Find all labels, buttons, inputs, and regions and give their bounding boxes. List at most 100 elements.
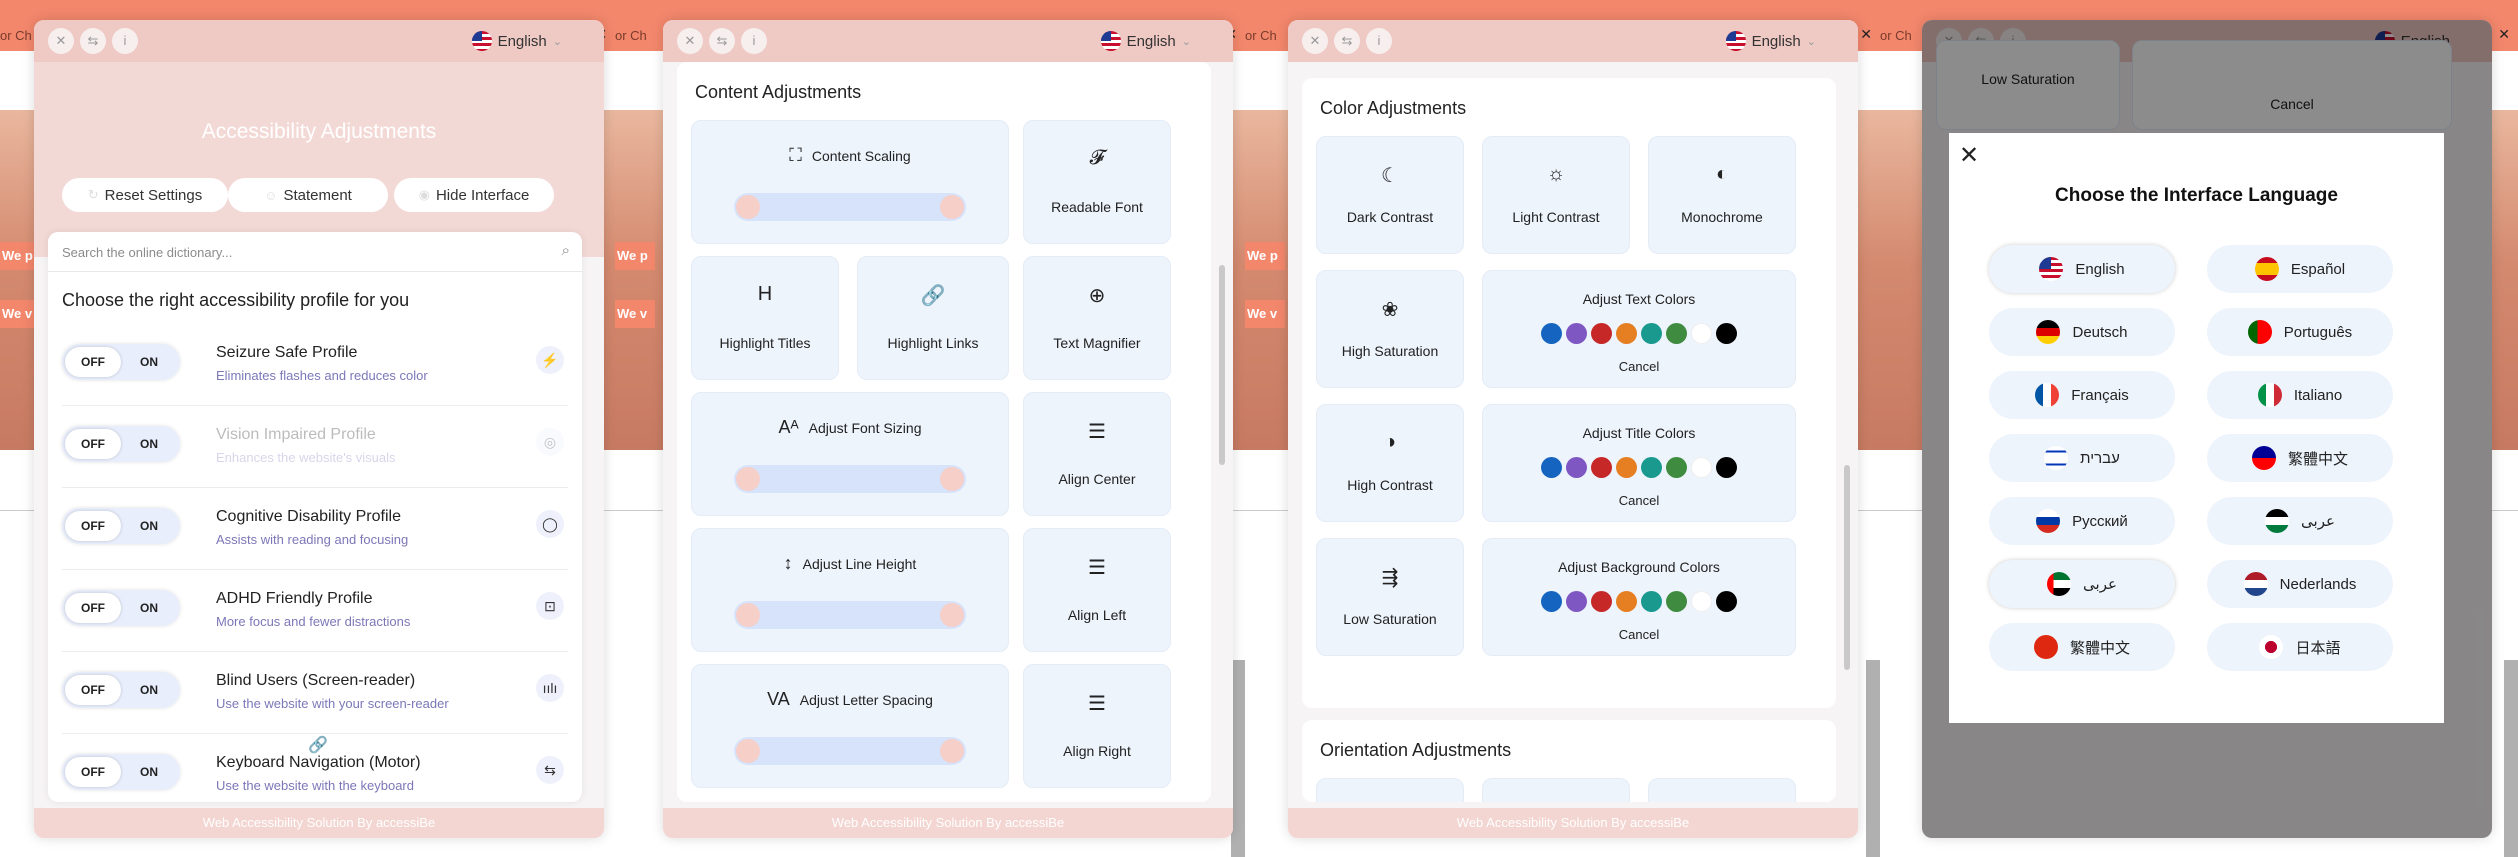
color-swatch-white[interactable] xyxy=(1691,323,1712,344)
align-right-tile[interactable]: ☰ Align Right xyxy=(1023,664,1171,788)
align-center-tile[interactable]: ☰ Align Center xyxy=(1023,392,1171,516)
high-contrast-tile[interactable]: ◑ High Contrast xyxy=(1316,404,1464,522)
line-height-slider[interactable] xyxy=(734,601,966,629)
profile-toggle[interactable]: OFF ON xyxy=(62,672,180,708)
profile-toggle[interactable]: OFF ON xyxy=(62,344,180,380)
text-magnifier-tile[interactable]: ⊕ Text Magnifier xyxy=(1023,256,1171,380)
language-option[interactable]: Русский xyxy=(1989,497,2175,545)
letter-spacing-slider[interactable] xyxy=(734,737,966,765)
toggle-on[interactable]: ON xyxy=(121,675,177,705)
color-swatch-purple[interactable] xyxy=(1566,591,1587,612)
content-scaling-tile[interactable]: ⛶ Content Scaling xyxy=(691,120,1009,244)
font-sizing-slider[interactable] xyxy=(734,465,966,493)
color-swatch-green[interactable] xyxy=(1666,457,1687,478)
color-swatch-white[interactable] xyxy=(1691,591,1712,612)
color-swatch-blue[interactable] xyxy=(1541,591,1562,612)
toggle-on[interactable]: ON xyxy=(121,511,177,541)
toggle-on[interactable]: ON xyxy=(121,593,177,623)
profile-toggle[interactable]: OFF ON xyxy=(62,754,180,790)
profile-toggle[interactable]: OFF ON xyxy=(62,508,180,544)
language-option[interactable]: 繁體中文 xyxy=(1989,623,2175,671)
color-swatch-green[interactable] xyxy=(1666,591,1687,612)
language-option[interactable]: Italiano xyxy=(2207,371,2393,419)
panel-scrollbar[interactable] xyxy=(1844,465,1850,670)
search-icon[interactable]: ⌕ xyxy=(562,242,570,259)
page-scrollbar[interactable] xyxy=(1231,660,1245,857)
color-swatch-orange[interactable] xyxy=(1616,323,1637,344)
cancel-button[interactable]: Cancel xyxy=(1483,493,1795,508)
line-height-tile[interactable]: ↕ Adjust Line Height xyxy=(691,528,1009,652)
profile-toggle[interactable]: OFF ON xyxy=(62,426,180,462)
page-scrollbar[interactable] xyxy=(1866,660,1880,857)
color-swatch-teal[interactable] xyxy=(1641,457,1662,478)
color-swatch-orange[interactable] xyxy=(1616,591,1637,612)
toggle-off[interactable]: OFF xyxy=(65,511,121,541)
color-swatch-orange[interactable] xyxy=(1616,457,1637,478)
toggle-off[interactable]: OFF xyxy=(65,429,121,459)
color-swatch-purple[interactable] xyxy=(1566,457,1587,478)
panel-scrollbar[interactable] xyxy=(1219,265,1225,465)
language-option[interactable]: عربى xyxy=(2207,497,2393,545)
close-icon[interactable]: ✕ xyxy=(1959,141,1979,170)
move-icon[interactable]: ⇆ xyxy=(80,28,106,54)
orientation-tile[interactable] xyxy=(1648,778,1796,802)
monochrome-tile[interactable]: ◐ Monochrome xyxy=(1648,136,1796,254)
font-sizing-tile[interactable]: Aᴬ Adjust Font Sizing xyxy=(691,392,1009,516)
color-swatch-teal[interactable] xyxy=(1641,323,1662,344)
move-icon[interactable]: ⇆ xyxy=(1334,28,1360,54)
color-swatch-blue[interactable] xyxy=(1541,323,1562,344)
color-swatch-green[interactable] xyxy=(1666,323,1687,344)
close-icon[interactable]: ✕ xyxy=(1302,28,1328,54)
letter-spacing-tile[interactable]: VA Adjust Letter Spacing xyxy=(691,664,1009,788)
toggle-on[interactable]: ON xyxy=(121,757,177,787)
toggle-off[interactable]: OFF xyxy=(65,675,121,705)
close-icon[interactable]: ✕ xyxy=(677,28,703,54)
info-icon[interactable]: i xyxy=(1366,28,1392,54)
site-close-icon[interactable]: ✕ xyxy=(2498,26,2510,43)
align-left-tile[interactable]: ☰ Align Left xyxy=(1023,528,1171,652)
toggle-off[interactable]: OFF xyxy=(65,347,121,377)
language-option[interactable]: 繁體中文 xyxy=(2207,434,2393,482)
info-icon[interactable]: i xyxy=(741,28,767,54)
content-scaling-slider[interactable] xyxy=(734,193,966,221)
color-swatch-white[interactable] xyxy=(1691,457,1712,478)
low-saturation-tile[interactable]: ⇶ Low Saturation xyxy=(1316,538,1464,656)
color-swatch-black[interactable] xyxy=(1716,457,1737,478)
cancel-button[interactable]: Cancel xyxy=(1483,359,1795,374)
panel-scrollbar[interactable] xyxy=(2478,610,2484,810)
title-colors-tile[interactable]: Adjust Title Colors Cancel xyxy=(1482,404,1796,522)
search-input[interactable]: Search the online dictionary... xyxy=(62,245,232,260)
background-colors-tile[interactable]: Adjust Background Colors Cancel xyxy=(1482,538,1796,656)
color-swatch-purple[interactable] xyxy=(1566,323,1587,344)
color-swatch-blue[interactable] xyxy=(1541,457,1562,478)
highlight-links-tile[interactable]: 🔗 Highlight Links xyxy=(857,256,1009,380)
highlight-titles-tile[interactable]: H Highlight Titles xyxy=(691,256,839,380)
close-icon[interactable]: ✕ xyxy=(48,28,74,54)
toggle-on[interactable]: ON xyxy=(121,347,177,377)
toggle-off[interactable]: OFF xyxy=(65,757,121,787)
color-swatch-red[interactable] xyxy=(1591,457,1612,478)
language-option[interactable]: עברית xyxy=(1989,434,2175,482)
profile-toggle[interactable]: OFF ON xyxy=(62,590,180,626)
reset-settings-button[interactable]: ↻ Reset Settings xyxy=(62,178,228,212)
color-swatch-black[interactable] xyxy=(1716,323,1737,344)
language-option[interactable]: English xyxy=(1989,245,2175,293)
color-swatch-red[interactable] xyxy=(1591,323,1612,344)
orientation-tile[interactable] xyxy=(1316,778,1464,802)
toggle-off[interactable]: OFF xyxy=(65,593,121,623)
language-option[interactable]: Français xyxy=(1989,371,2175,419)
panel-footer[interactable]: Web Accessibility Solution By accessiBe xyxy=(663,808,1233,838)
language-selector[interactable]: English ⌄ xyxy=(1093,28,1203,54)
light-contrast-tile[interactable]: ☼ Light Contrast xyxy=(1482,136,1630,254)
language-selector[interactable]: English ⌄ xyxy=(464,28,574,54)
language-selector[interactable]: English ⌄ xyxy=(1718,28,1828,54)
panel-footer[interactable]: Web Accessibility Solution By accessiBe xyxy=(1288,808,1858,838)
text-colors-tile[interactable]: Adjust Text Colors Cancel xyxy=(1482,270,1796,388)
info-icon[interactable]: i xyxy=(112,28,138,54)
page-scrollbar[interactable] xyxy=(2504,660,2518,857)
language-option[interactable]: Nederlands xyxy=(2207,560,2393,608)
toggle-on[interactable]: ON xyxy=(121,429,177,459)
language-option[interactable]: عربى xyxy=(1989,560,2175,608)
cancel-button[interactable]: Cancel xyxy=(1483,627,1795,642)
hide-interface-button[interactable]: ◉ Hide Interface xyxy=(394,178,554,212)
